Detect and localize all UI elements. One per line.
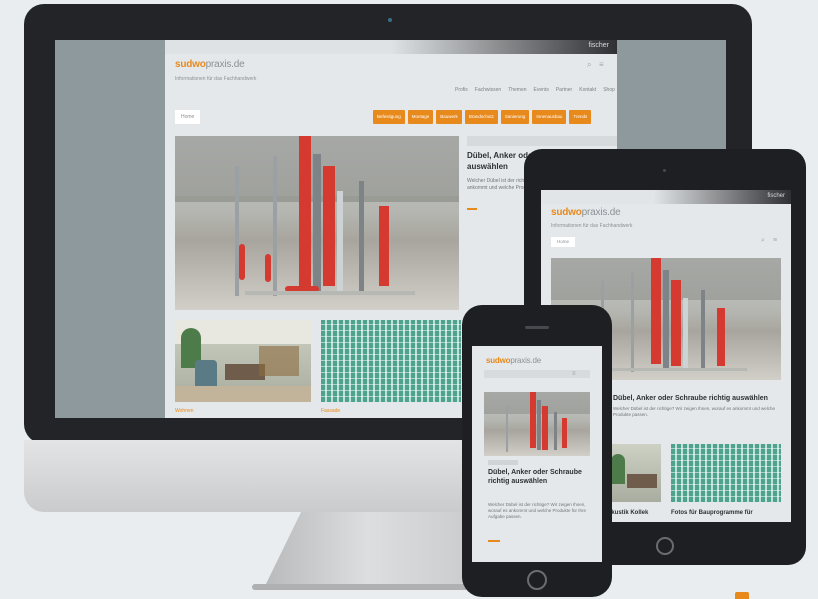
menu-icon[interactable]: ≡ xyxy=(599,60,604,69)
corner-tab xyxy=(735,592,749,599)
tablet-thumbnail[interactable] xyxy=(671,444,781,502)
tablet-top-strip: fischer xyxy=(541,190,791,204)
category-button[interactable]: Bauwerk xyxy=(436,110,462,124)
tablet-feature-excerpt: Welcher Dübel ist der richtige? Wir zeig… xyxy=(613,406,775,417)
search-icon[interactable]: ⌕ xyxy=(761,237,765,245)
phone-speaker xyxy=(525,326,549,329)
site-tagline: Informationen für das Fachhandwerk xyxy=(175,76,257,82)
category-button[interactable]: Trends xyxy=(569,110,592,124)
feature-kicker-bar xyxy=(467,136,617,146)
camera-dot xyxy=(388,18,392,22)
thumbnail-label[interactable]: Wohnen xyxy=(175,408,194,414)
feature-image[interactable] xyxy=(175,136,459,310)
phone-logo[interactable]: sudwopraxis.de xyxy=(486,356,541,365)
category-button[interactable]: Sanierung xyxy=(500,110,530,124)
search-icon[interactable]: ⌕ xyxy=(587,60,591,70)
thumbnail-image[interactable] xyxy=(321,320,461,402)
category-bar: Befestigung Montage Bauwerk Brandschutz … xyxy=(373,110,592,124)
nav-item[interactable]: Profis xyxy=(455,87,468,93)
tablet-feature-title[interactable]: Dübel, Anker oder Schraube richtig auswä… xyxy=(613,394,783,403)
main-nav: Profis Fachwissen Themen Events Partner … xyxy=(455,87,615,93)
nav-item[interactable]: Fachwissen xyxy=(475,87,501,93)
tablet-tagline: Informationen für das Fachhandwerk xyxy=(551,223,633,229)
thumbnail-label[interactable]: Fassade xyxy=(321,408,340,414)
nav-item[interactable]: Partner xyxy=(556,87,572,93)
top-strip: fischer xyxy=(165,40,617,54)
phone-feature-excerpt: Welcher Dübel ist der richtige? Wir zeig… xyxy=(488,502,587,519)
category-button[interactable]: Brandschutz xyxy=(464,110,498,124)
category-button[interactable]: Befestigung xyxy=(373,110,405,124)
nav-item[interactable]: Kontakt xyxy=(579,87,596,93)
strip-label: fischer xyxy=(588,42,609,49)
phone-kicker xyxy=(488,460,518,465)
site-logo[interactable]: sudwopraxis.de xyxy=(175,59,245,70)
phone-feature-image[interactable] xyxy=(484,392,590,456)
category-button[interactable]: Montage xyxy=(407,110,434,124)
nav-item[interactable]: Events xyxy=(534,87,549,93)
menu-icon[interactable]: ≡ xyxy=(773,237,777,244)
tablet-camera xyxy=(663,169,666,172)
thumbnail-image[interactable] xyxy=(175,320,311,402)
nav-item[interactable]: Shop xyxy=(603,87,615,93)
tablet-home-button[interactable] xyxy=(656,537,674,555)
tablet-thumbnail[interactable] xyxy=(607,444,661,502)
category-button[interactable]: Innenausbau xyxy=(532,110,567,124)
tablet-thumb-caption[interactable]: Fotos für Bauprogramme für xyxy=(671,510,753,516)
nav-item[interactable]: Themen xyxy=(508,87,526,93)
tablet-home-tab[interactable]: Home xyxy=(551,237,576,247)
phone-screen: sudwopraxis.de ≡ Dübel, Anker oder Schra… xyxy=(472,346,602,562)
home-tab[interactable]: Home xyxy=(175,110,201,124)
phone-read-more[interactable] xyxy=(488,540,500,542)
tablet-thumb-caption[interactable]: Akustik Kollek xyxy=(607,510,648,516)
tablet-logo[interactable]: sudwopraxis.de xyxy=(551,207,621,218)
menu-icon[interactable]: ≡ xyxy=(572,371,576,377)
phone-home-button[interactable] xyxy=(527,570,547,590)
phone-feature-title[interactable]: Dübel, Anker oder Schraube richtig auswä… xyxy=(488,468,588,486)
read-more-link[interactable] xyxy=(467,208,477,210)
